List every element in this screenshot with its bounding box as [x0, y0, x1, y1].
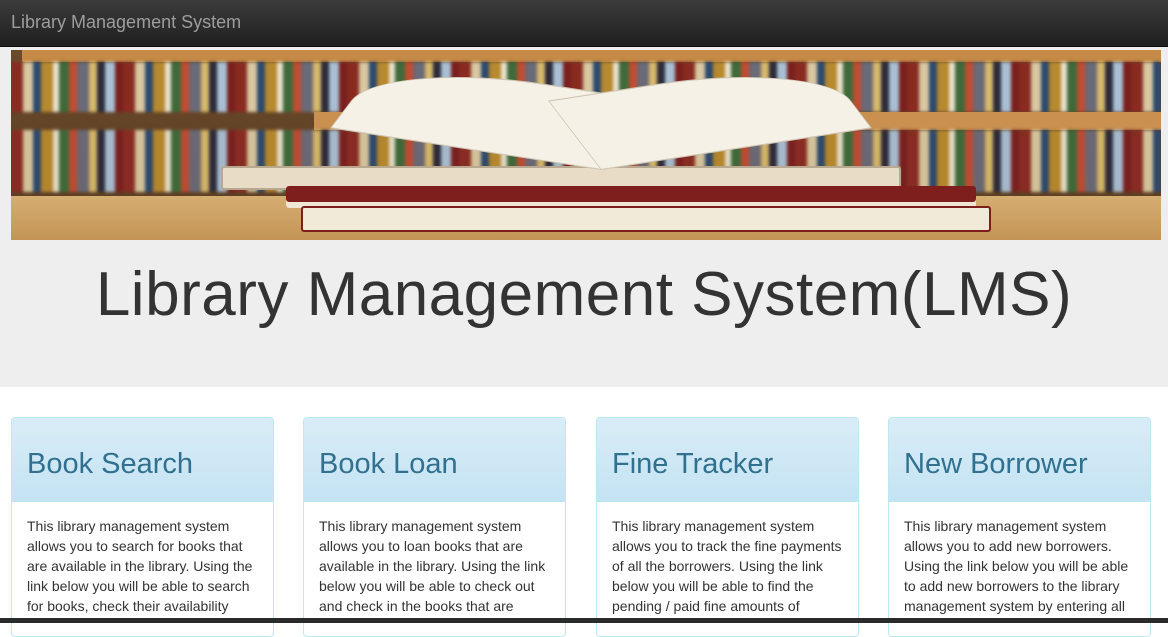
os-taskbar — [0, 618, 1168, 623]
panel-heading: Book Search — [12, 418, 273, 502]
panel-title-new-borrower: New Borrower — [904, 448, 1088, 480]
panel-body-fine-tracker: This library management system allows yo… — [612, 518, 842, 614]
panel-fine-tracker: Fine Tracker This library management sys… — [596, 417, 859, 637]
panel-title-book-loan: Book Loan — [319, 448, 458, 480]
panel-heading: Book Loan — [304, 418, 565, 502]
panel-title-fine-tracker: Fine Tracker — [612, 448, 774, 480]
panel-title-book-search: Book Search — [27, 448, 194, 480]
panel-body-book-search: This library management system allows yo… — [27, 518, 253, 614]
open-book-icon — [301, 58, 901, 170]
top-navbar: Library Management System — [0, 0, 1168, 47]
panel-body-new-borrower: This library management system allows yo… — [904, 518, 1129, 614]
panel-body-book-loan: This library management system allows yo… — [319, 518, 546, 614]
panel-heading: New Borrower — [889, 418, 1150, 502]
panel-book-search: Book Search This library management syst… — [11, 417, 274, 637]
library-banner-image — [11, 50, 1161, 240]
panel-book-loan: Book Loan This library management system… — [303, 417, 566, 637]
panel-new-borrower: New Borrower This library management sys… — [888, 417, 1151, 637]
navbar-brand-link[interactable]: Library Management System — [11, 12, 241, 33]
hero-jumbotron: Library Management System(LMS) — [0, 47, 1168, 387]
page-title: Library Management System(LMS) — [95, 260, 1073, 329]
panel-heading: Fine Tracker — [597, 418, 858, 502]
